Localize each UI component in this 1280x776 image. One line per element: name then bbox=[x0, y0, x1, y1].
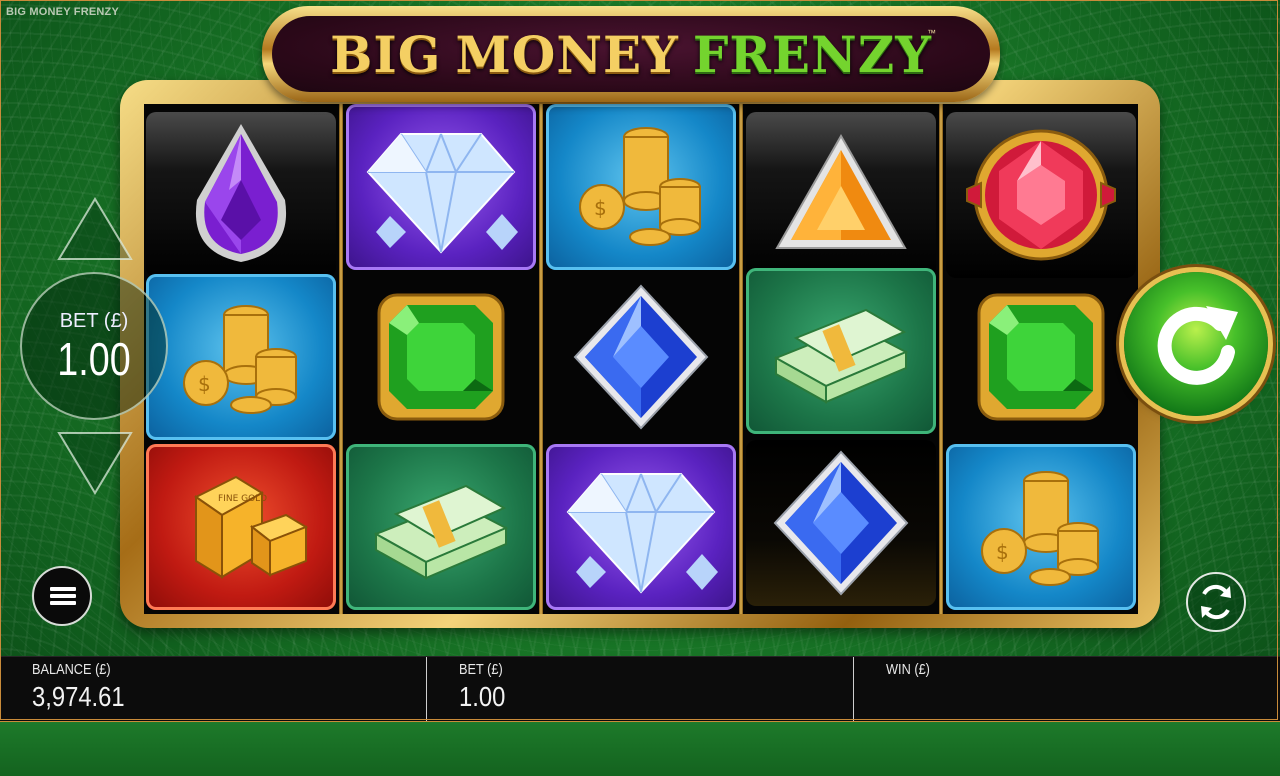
purple-gem-icon bbox=[195, 124, 287, 262]
coins-icon: $ bbox=[183, 305, 297, 414]
symbol-orange-gem bbox=[746, 112, 936, 278]
spin-arrow-icon bbox=[1157, 306, 1238, 385]
reel-divider bbox=[739, 104, 743, 614]
win-panel: WIN (£) bbox=[853, 657, 1280, 721]
coins-icon: $ bbox=[579, 127, 701, 246]
balance-panel: BALANCE (£) 3,974.61 bbox=[0, 657, 426, 721]
cash-icon bbox=[773, 308, 909, 404]
reels-area: $ FINE GOLD $ $ bbox=[144, 104, 1138, 614]
symbol-green-gem bbox=[346, 274, 536, 440]
spin-button[interactable] bbox=[1124, 272, 1268, 416]
reel-divider bbox=[339, 104, 343, 614]
green-gem-icon bbox=[377, 293, 505, 421]
balance-label: BALANCE (£) bbox=[32, 661, 111, 678]
orange-gem-icon bbox=[775, 133, 907, 249]
symbol-cash bbox=[346, 444, 536, 610]
logo-trademark: ™ bbox=[927, 28, 936, 38]
symbol-blue-gem bbox=[546, 274, 736, 440]
balance-value: 3,974.61 bbox=[32, 681, 125, 712]
symbol-green-gem bbox=[946, 274, 1136, 440]
reel-divider bbox=[939, 104, 943, 614]
reel-1: $ FINE GOLD bbox=[144, 104, 338, 614]
bet-decrease-button[interactable] bbox=[56, 430, 134, 496]
symbol-diamond bbox=[546, 444, 736, 610]
symbol-coins: $ bbox=[146, 274, 336, 440]
symbol-gold-bars: FINE GOLD bbox=[146, 444, 336, 610]
bet-selector-value: 1.00 bbox=[57, 333, 131, 385]
blue-gem-icon bbox=[773, 450, 909, 596]
coins-icon: $ bbox=[981, 471, 1099, 586]
menu-button[interactable] bbox=[32, 566, 92, 626]
cash-icon bbox=[373, 484, 509, 580]
symbol-blue-gem bbox=[746, 440, 936, 606]
bet-label: BET (£) bbox=[459, 661, 503, 678]
game-logo: BIG MONEY FRENZY ™ bbox=[262, 6, 1000, 102]
reel-5: $ bbox=[944, 104, 1138, 614]
autoplay-button[interactable] bbox=[1186, 572, 1246, 632]
symbol-cash bbox=[746, 268, 936, 434]
reel-3: $ bbox=[544, 104, 738, 614]
red-gem-icon bbox=[966, 129, 1116, 261]
svg-text:$: $ bbox=[198, 372, 211, 396]
diamond-icon bbox=[366, 133, 518, 254]
bet-selector-label: BET (£) bbox=[59, 310, 129, 332]
logo-word-big: BIG bbox=[330, 24, 442, 84]
svg-text:$: $ bbox=[996, 540, 1009, 564]
win-label: WIN (£) bbox=[886, 661, 930, 678]
triangle-down-icon bbox=[57, 432, 133, 495]
symbol-coins: $ bbox=[946, 444, 1136, 610]
bet-panel: BET (£) 1.00 bbox=[426, 657, 854, 721]
game-title: BIG MONEY FRENZY bbox=[6, 6, 120, 18]
gold-bars-icon: FINE GOLD bbox=[194, 475, 309, 579]
logo-word-money: MONEY bbox=[455, 24, 679, 84]
autoplay-icon bbox=[1201, 584, 1231, 620]
triangle-up-icon bbox=[57, 197, 133, 260]
reel-4 bbox=[744, 104, 938, 614]
svg-text:$: $ bbox=[594, 196, 607, 220]
status-bar: BALANCE (£) 3,974.61 BET (£) 1.00 WIN (£… bbox=[0, 656, 1280, 722]
blue-gem-icon bbox=[573, 284, 709, 430]
reel-divider bbox=[539, 104, 543, 614]
svg-text:FINE GOLD: FINE GOLD bbox=[218, 494, 267, 504]
bet-selector[interactable]: BET (£) 1.00 bbox=[20, 272, 168, 420]
symbol-red-gem bbox=[946, 112, 1136, 278]
bet-increase-button[interactable] bbox=[56, 196, 134, 262]
logo-word-frenzy: FRENZY bbox=[692, 24, 932, 84]
symbol-purple-gem bbox=[146, 112, 336, 278]
reel-2 bbox=[344, 104, 538, 614]
diamond-icon bbox=[566, 473, 718, 594]
symbol-coins: $ bbox=[546, 104, 736, 270]
bet-value: 1.00 bbox=[459, 681, 506, 712]
symbol-diamond bbox=[346, 104, 536, 270]
footer-background bbox=[0, 722, 1280, 776]
green-gem-icon bbox=[977, 293, 1105, 421]
